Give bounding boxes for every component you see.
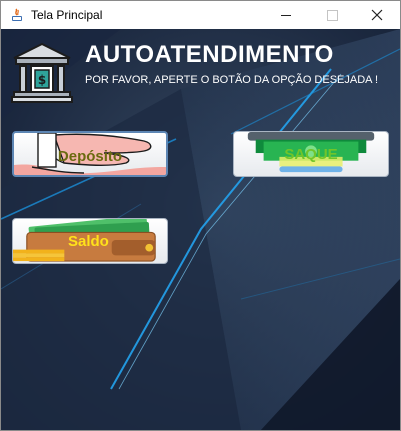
app-window: Tela Principal $ AUTOATENDIMENTO POR FAV… — [0, 0, 401, 431]
withdraw-label: SAQUE — [284, 145, 338, 163]
main-panel: $ AUTOATENDIMENTO POR FAVOR, APERTE O BO… — [1, 29, 400, 430]
java-app-icon — [12, 8, 22, 21]
deposit-button[interactable]: Depósito — [12, 131, 168, 177]
close-button[interactable] — [354, 1, 400, 29]
balance-button[interactable]: Saldo — [12, 218, 168, 264]
minimize-button[interactable] — [263, 1, 309, 29]
maximize-button[interactable] — [309, 1, 355, 29]
window-title: Tela Principal — [31, 8, 103, 22]
title-bar[interactable]: Tela Principal — [1, 1, 400, 29]
page-subtitle: POR FAVOR, APERTE O BOTÃO DA OPÇÃO DESEJ… — [85, 74, 379, 86]
close-icon — [371, 9, 383, 21]
bank-icon: $ — [11, 42, 73, 103]
deposit-label: Depósito — [57, 147, 123, 165]
page-title: AUTOATENDIMENTO — [85, 41, 334, 68]
balance-label: Saldo — [68, 232, 109, 250]
maximize-icon — [326, 9, 338, 21]
withdraw-button[interactable]: SAQUE — [233, 131, 389, 177]
svg-text:$: $ — [38, 73, 46, 87]
minimize-icon — [281, 14, 291, 16]
